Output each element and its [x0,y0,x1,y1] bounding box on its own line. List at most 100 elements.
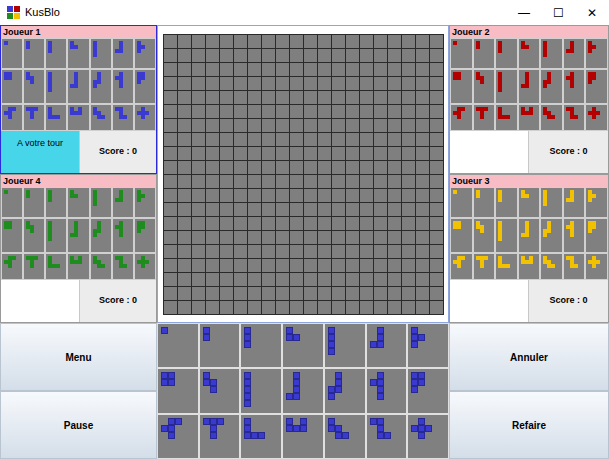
board-cell[interactable] [192,231,205,244]
board-cell[interactable] [318,161,331,174]
board-cell[interactable] [304,245,317,258]
board-cell[interactable] [346,273,359,286]
piece-slot[interactable] [518,253,541,280]
board-cell[interactable] [248,245,261,258]
board-cell[interactable] [304,231,317,244]
piece-slot[interactable] [450,187,473,218]
board-cell[interactable] [416,189,429,202]
piece-slot[interactable] [495,218,518,253]
board-cell[interactable] [360,91,373,104]
board-cell[interactable] [318,49,331,62]
board-cell[interactable] [374,119,387,132]
board-cell[interactable] [164,231,177,244]
board-cell[interactable] [304,189,317,202]
board-cell[interactable] [290,259,303,272]
board-cell[interactable] [388,77,401,90]
board-cell[interactable] [346,49,359,62]
board-cell[interactable] [234,273,247,286]
board-cell[interactable] [304,35,317,48]
board-cell[interactable] [178,175,191,188]
board-cell[interactable] [374,49,387,62]
board-cell[interactable] [360,259,373,272]
board-cell[interactable] [346,77,359,90]
board-cell[interactable] [402,189,415,202]
board-cell[interactable] [318,217,331,230]
board-cell[interactable] [276,77,289,90]
board-cell[interactable] [304,147,317,160]
board-cell[interactable] [360,175,373,188]
board-cell[interactable] [206,217,219,230]
board-cell[interactable] [164,245,177,258]
board-cell[interactable] [234,147,247,160]
board-cell[interactable] [220,231,233,244]
board-cell[interactable] [220,161,233,174]
piece-slot[interactable] [67,104,89,131]
board-cell[interactable] [318,77,331,90]
board-cell[interactable] [346,119,359,132]
board-cell[interactable] [318,301,331,314]
board-cell[interactable] [402,35,415,48]
board-cell[interactable] [178,147,191,160]
board-cell[interactable] [416,287,429,300]
board-cell[interactable] [206,287,219,300]
board-cell[interactable] [192,63,205,76]
board-cell[interactable] [402,287,415,300]
board-cell[interactable] [290,231,303,244]
board-cell[interactable] [262,189,275,202]
board-cell[interactable] [332,301,345,314]
board-cell[interactable] [360,287,373,300]
board-cell[interactable] [388,147,401,160]
board-cell[interactable] [234,189,247,202]
board-cell[interactable] [402,63,415,76]
board-cell[interactable] [220,63,233,76]
board-cell[interactable] [374,203,387,216]
piece-slot[interactable] [90,38,112,69]
piece-slot[interactable] [540,38,563,69]
board-cell[interactable] [416,63,429,76]
board-cell[interactable] [304,203,317,216]
board-cell[interactable] [374,133,387,146]
board-cell[interactable] [276,231,289,244]
board-cell[interactable] [206,231,219,244]
board-cell[interactable] [360,147,373,160]
board-cell[interactable] [388,105,401,118]
board-cell[interactable] [234,161,247,174]
board-cell[interactable] [374,259,387,272]
piece-slot[interactable] [112,187,134,218]
board-cell[interactable] [290,105,303,118]
piece-slot[interactable] [563,104,586,131]
board-cell[interactable] [416,245,429,258]
board-cell[interactable] [206,147,219,160]
board-cell[interactable] [402,273,415,286]
board-cell[interactable] [346,287,359,300]
piece-slot[interactable] [23,187,45,218]
board-cell[interactable] [374,189,387,202]
piece-slot[interactable] [23,38,45,69]
tray-slot[interactable] [199,368,241,413]
piece-slot[interactable] [473,69,496,104]
board-cell[interactable] [206,63,219,76]
board-cell[interactable] [290,301,303,314]
board-cell[interactable] [262,161,275,174]
board-cell[interactable] [374,161,387,174]
board-cell[interactable] [304,259,317,272]
board-cell[interactable] [402,49,415,62]
piece-slot[interactable] [1,38,23,69]
board-cell[interactable] [318,119,331,132]
board-cell[interactable] [206,259,219,272]
board-cell[interactable] [206,273,219,286]
board-cell[interactable] [178,301,191,314]
board-cell[interactable] [360,77,373,90]
board-cell[interactable] [220,147,233,160]
board-cell[interactable] [416,119,429,132]
board-cell[interactable] [332,133,345,146]
board-cell[interactable] [248,119,261,132]
piece-slot[interactable] [518,38,541,69]
piece-slot[interactable] [518,187,541,218]
piece-slot[interactable] [1,69,23,104]
board-cell[interactable] [164,77,177,90]
board-cell[interactable] [164,203,177,216]
board-cell[interactable] [164,133,177,146]
board-cell[interactable] [332,147,345,160]
board-cell[interactable] [374,35,387,48]
